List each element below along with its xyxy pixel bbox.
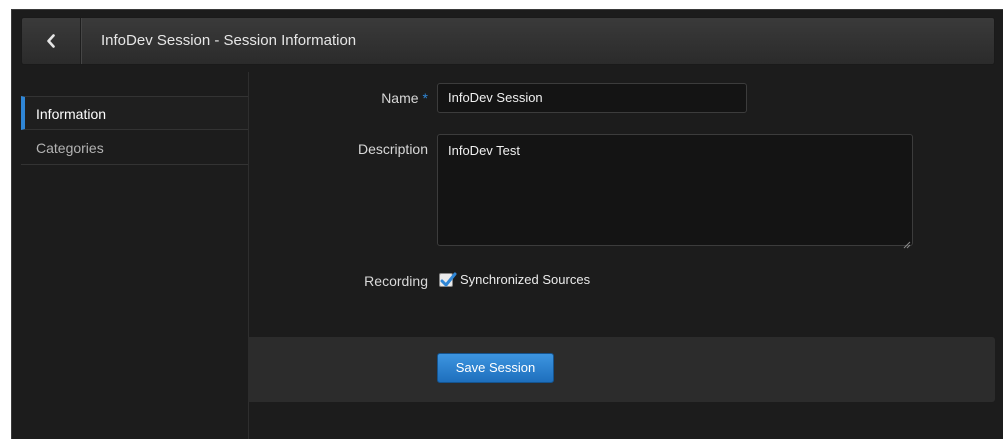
checkmark-icon — [440, 272, 457, 287]
sidebar-item-categories[interactable]: Categories — [21, 131, 248, 165]
name-input[interactable]: InfoDev Session — [437, 83, 747, 113]
synchronized-sources-checkbox[interactable] — [439, 272, 457, 287]
save-session-button[interactable]: Save Session — [437, 353, 554, 383]
required-marker: * — [422, 90, 428, 106]
name-label-wrap: Name * — [381, 90, 428, 106]
description-textarea[interactable]: InfoDev Test — [437, 134, 913, 246]
header-bar: InfoDev Session - Session Information — [21, 17, 995, 65]
sidebar-item-information[interactable]: Information — [21, 96, 248, 130]
chevron-left-icon — [46, 34, 56, 48]
page-title: InfoDev Session - Session Information — [101, 32, 357, 49]
app-window: InfoDev Session - Session Information In… — [11, 9, 1003, 439]
synchronized-sources-label[interactable]: Synchronized Sources — [460, 272, 590, 287]
sidebar: Information Categories — [21, 72, 249, 439]
form-actions-bar — [248, 337, 995, 402]
name-label: Name — [381, 90, 419, 106]
back-button[interactable] — [22, 18, 81, 64]
resize-grip-icon[interactable] — [903, 236, 911, 249]
recording-label: Recording — [364, 273, 428, 289]
description-label: Description — [357, 141, 428, 157]
